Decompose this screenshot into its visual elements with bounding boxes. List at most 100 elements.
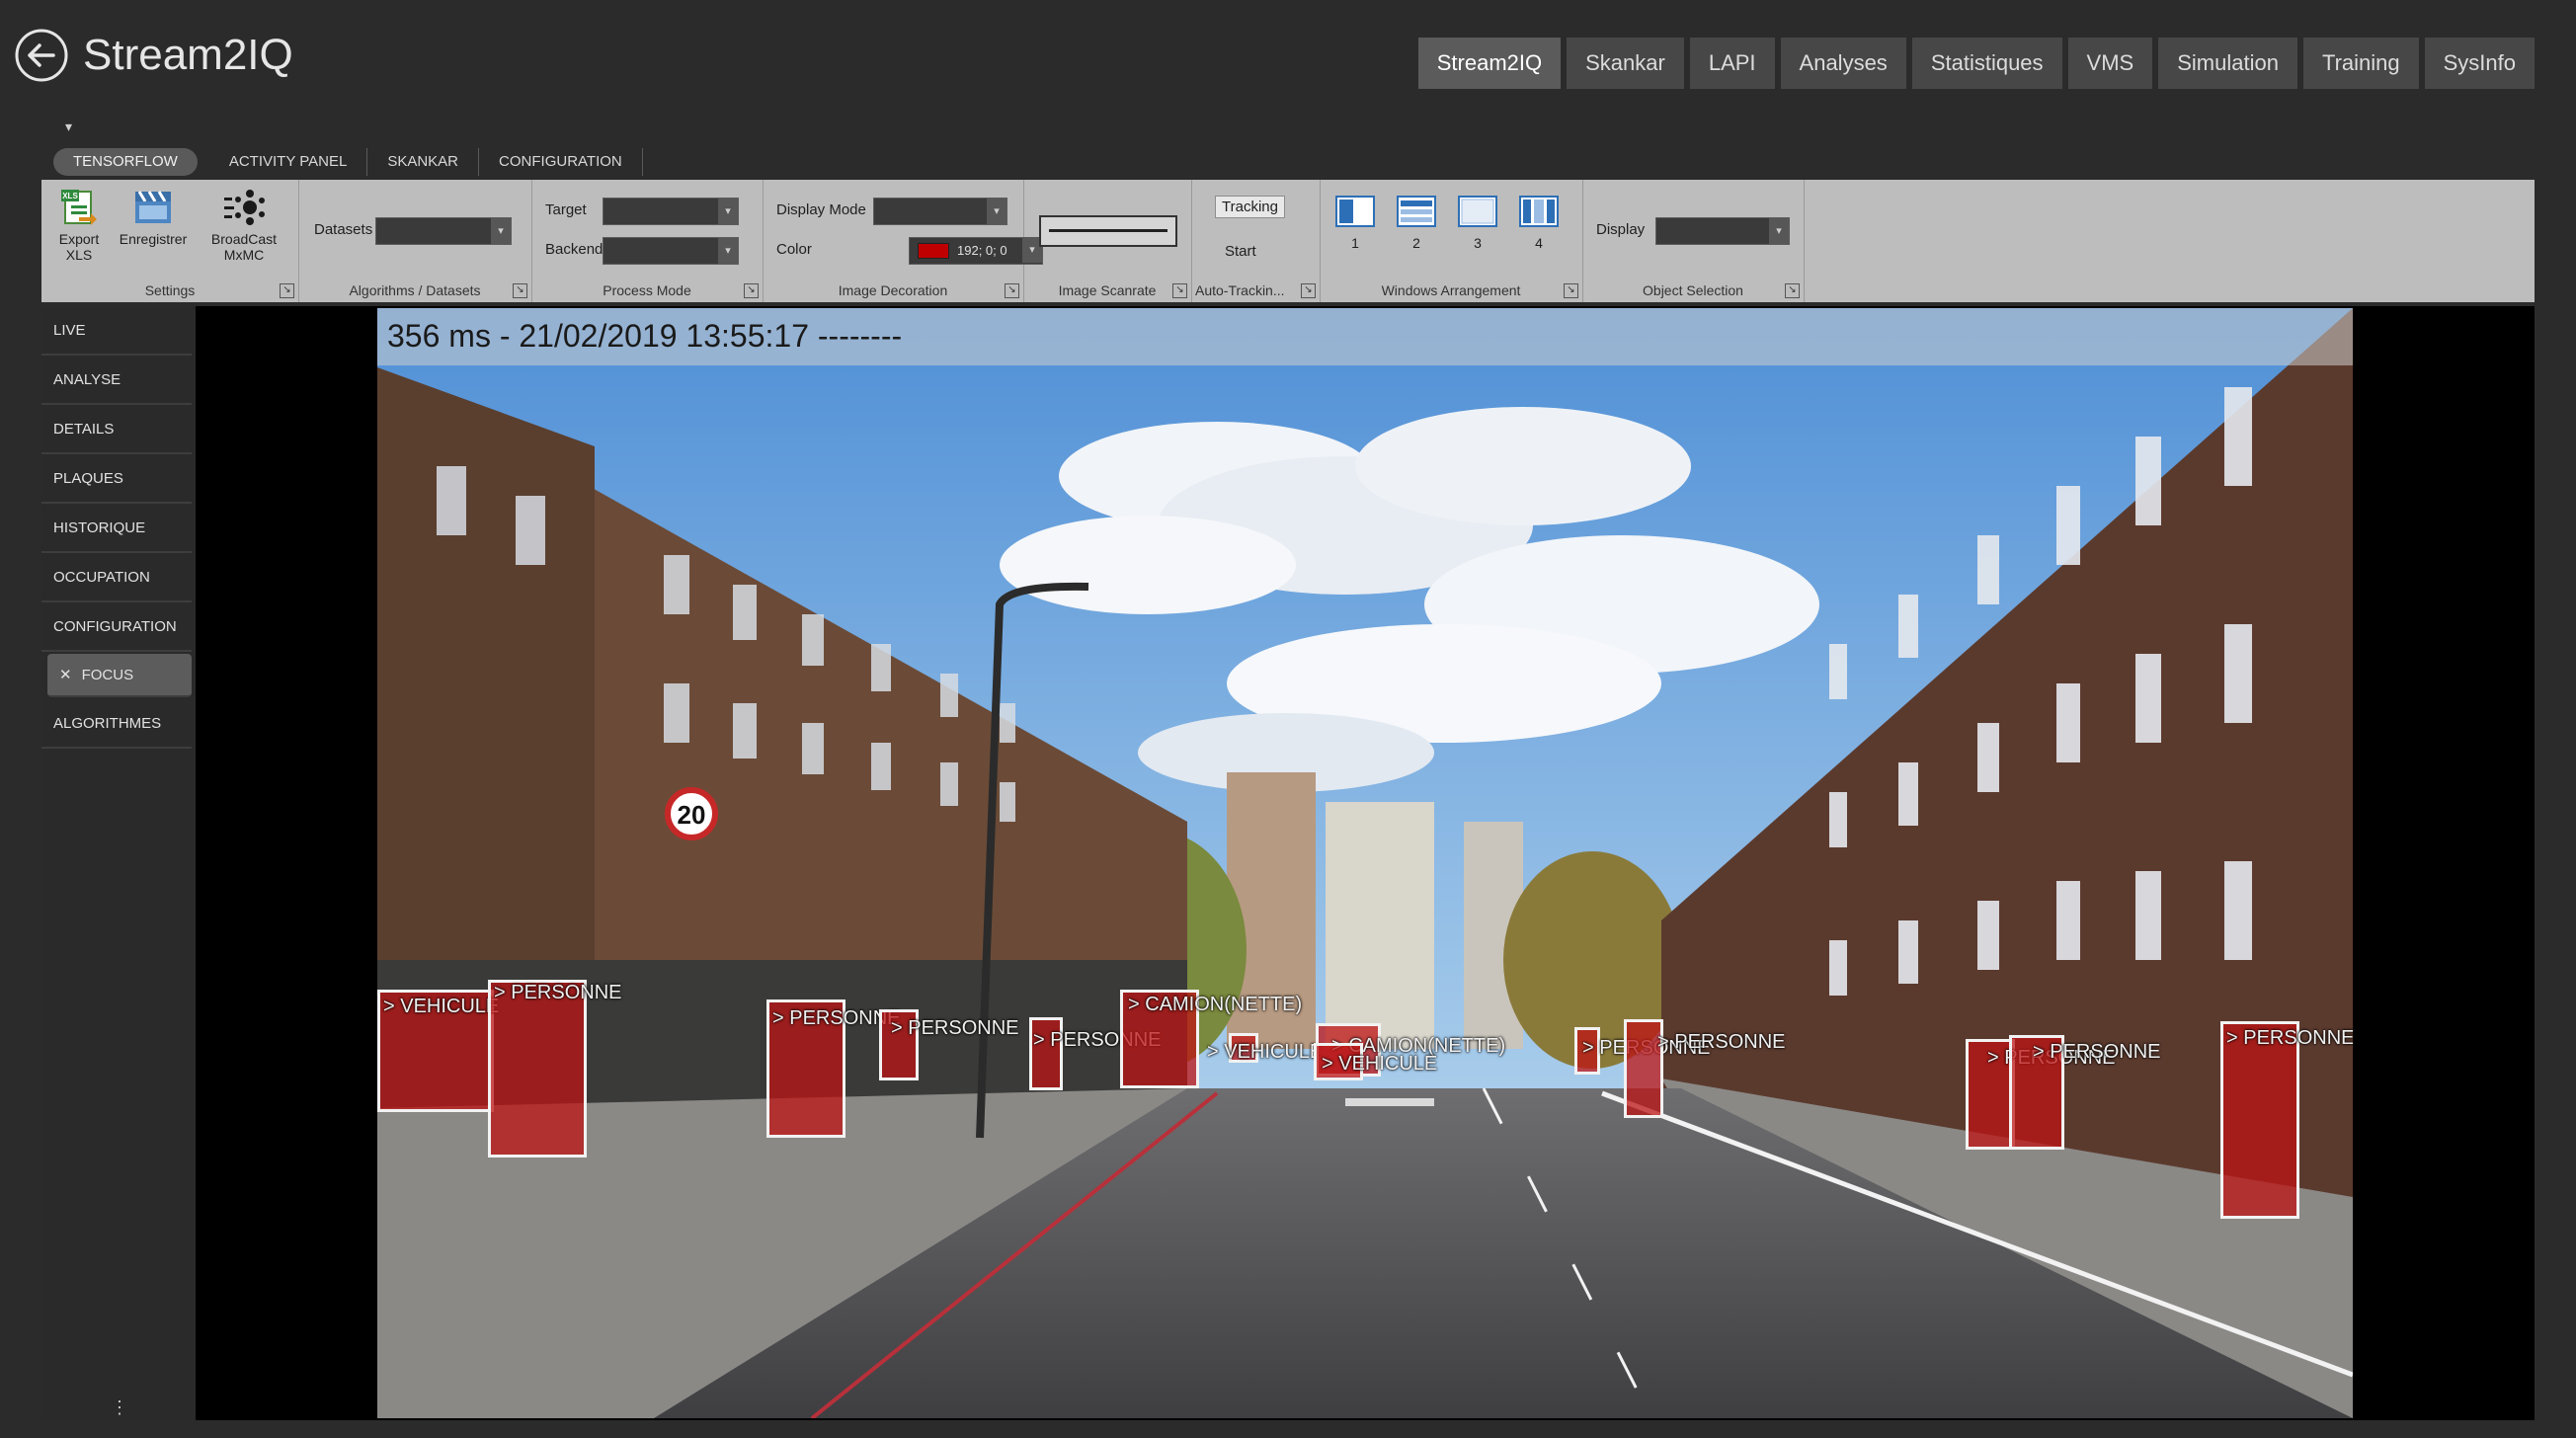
display-label: Display (1596, 221, 1646, 238)
target-select[interactable]: ▾ (603, 198, 739, 225)
ribbon-toolbar: XLS Export XLS Enregistrer BroadCast MxM… (41, 180, 2535, 302)
display-mode-select[interactable]: ▾ (873, 198, 1007, 225)
group-label-settings: Settings (144, 282, 196, 298)
sidebar-item-analyse[interactable]: ANALYSE (41, 356, 192, 405)
close-icon[interactable]: ✕ (59, 667, 72, 683)
top-navigation: Stream2IQ Skankar LAPI Analyses Statisti… (1417, 38, 2535, 89)
nav-analyses[interactable]: Analyses (1780, 38, 1906, 89)
nav-stream2iq[interactable]: Stream2IQ (1417, 38, 1562, 89)
image-decoration-launcher-icon[interactable]: ↘ (1005, 283, 1019, 298)
object-selection-launcher-icon[interactable]: ↘ (1785, 283, 1800, 298)
broadcast-network-icon (224, 190, 265, 225)
sidebar: LIVE ANALYSE DETAILS PLAQUES HISTORIQUE … (41, 306, 196, 1420)
color-value: 192; 0; 0 (957, 243, 1007, 258)
chevron-down-icon: ▾ (718, 238, 738, 264)
group-image-scanrate: Image Scanrate ↘ (1023, 180, 1192, 302)
broadcast-button[interactable]: BroadCast MxMC (200, 188, 288, 263)
algorithms-launcher-icon[interactable]: ↘ (513, 283, 527, 298)
record-button[interactable]: Enregistrer (113, 188, 194, 247)
layout-1-label: 1 (1351, 235, 1359, 251)
sidebar-item-plaques[interactable]: PLAQUES (41, 454, 192, 504)
video-viewport: 20 356 ms - 21/02/2019 13:55:17 --------… (196, 306, 2535, 1420)
layout-4-label: 4 (1535, 235, 1543, 251)
record-label: Enregistrer (119, 231, 188, 247)
sidebar-item-historique[interactable]: HISTORIQUE (41, 504, 192, 553)
layout-columns-icon (1519, 196, 1559, 227)
export-label-2: XLS (65, 247, 93, 263)
ribbon-tabs: TENSORFLOW ACTIVITY PANEL SKANKAR CONFIG… (53, 148, 643, 176)
sidebar-item-live[interactable]: LIVE (41, 306, 192, 356)
export-xls-button[interactable]: XLS Export XLS (51, 188, 107, 263)
layout-single-icon (1335, 196, 1375, 227)
chevron-down-icon: ▾ (1769, 218, 1789, 244)
sidebar-item-focus[interactable]: ✕ FOCUS (47, 654, 192, 697)
windows-arrangement-launcher-icon[interactable]: ↘ (1564, 283, 1578, 298)
process-mode-launcher-icon[interactable]: ↘ (744, 283, 759, 298)
group-label-object-selection: Object Selection (1643, 282, 1743, 298)
start-button[interactable]: Start (1225, 243, 1256, 260)
nav-lapi[interactable]: LAPI (1689, 38, 1775, 89)
backend-label: Backend (545, 241, 604, 258)
broadcast-label-1: BroadCast (210, 231, 278, 247)
detection-box[interactable] (2220, 1021, 2299, 1219)
group-image-decoration: Display Mode ▾ Color 192; 0; 0 ▾ Image D… (763, 180, 1043, 302)
settings-launcher-icon[interactable]: ↘ (280, 283, 294, 298)
datasets-label: Datasets (314, 221, 373, 238)
street-scene-image: 20 (377, 308, 2353, 1418)
detection-label: > VEHICULE (383, 996, 500, 1017)
nav-sysinfo[interactable]: SysInfo (2424, 38, 2535, 89)
sidebar-item-algorithmes[interactable]: ALGORITHMES (41, 699, 192, 749)
tab-activity-panel[interactable]: ACTIVITY PANEL (209, 148, 368, 176)
layout-2-button[interactable]: 2 (1397, 196, 1436, 251)
nav-training[interactable]: Training (2302, 38, 2419, 89)
group-auto-tracking: Tracking Start Auto-Trackin... ↘ (1191, 180, 1321, 302)
layout-2-label: 2 (1412, 235, 1420, 251)
app-header: Stream2IQ Stream2IQ Skankar LAPI Analyse… (0, 0, 2576, 119)
back-button[interactable] (14, 28, 69, 83)
layout-1-button[interactable]: 1 (1335, 196, 1375, 251)
nav-skankar[interactable]: Skankar (1567, 38, 1684, 89)
detection-label: > PERSONNE (2033, 1041, 2161, 1063)
color-swatch (918, 243, 949, 259)
video-timestamp: 356 ms - 21/02/2019 13:55:17 -------- (387, 318, 903, 354)
color-label: Color (776, 241, 812, 258)
scanrate-slider[interactable] (1039, 215, 1177, 247)
target-label: Target (545, 201, 587, 218)
group-label-process-mode: Process Mode (603, 282, 691, 298)
layout-full-icon (1458, 196, 1497, 227)
detection-box[interactable] (488, 980, 587, 1158)
video-frame[interactable]: 20 356 ms - 21/02/2019 13:55:17 --------… (377, 308, 2353, 1418)
image-scanrate-launcher-icon[interactable]: ↘ (1172, 283, 1187, 298)
detection-label: > PERSONNE (494, 982, 622, 1003)
arrow-left-circle-icon (15, 29, 68, 82)
nav-simulation[interactable]: Simulation (2158, 38, 2297, 89)
sidebar-more-icon[interactable]: ⋮ (111, 1398, 128, 1416)
group-label-windows-arrangement: Windows Arrangement (1381, 282, 1521, 298)
tab-skankar[interactable]: SKANKAR (367, 148, 480, 176)
backend-select[interactable]: ▾ (603, 237, 739, 265)
datasets-select[interactable]: ▾ (375, 217, 512, 245)
broadcast-label-2: MxMC (223, 247, 265, 263)
chevron-down-icon: ▾ (718, 199, 738, 224)
ribbon-collapse-icon[interactable]: ▾ (65, 119, 72, 135)
sidebar-item-occupation[interactable]: OCCUPATION (41, 553, 192, 602)
layout-4-button[interactable]: 4 (1519, 196, 1559, 251)
detection-label: > PERSONNE (1657, 1031, 1786, 1053)
sidebar-item-configuration[interactable]: CONFIGURATION (41, 602, 192, 652)
auto-tracking-launcher-icon[interactable]: ↘ (1301, 283, 1316, 298)
tab-tensorflow[interactable]: TENSORFLOW (53, 148, 198, 176)
sidebar-item-details[interactable]: DETAILS (41, 405, 192, 454)
nav-statistiques[interactable]: Statistiques (1911, 38, 2062, 89)
group-settings: XLS Export XLS Enregistrer BroadCast MxM… (41, 180, 299, 302)
tracking-button[interactable]: Tracking (1215, 196, 1285, 218)
tab-configuration[interactable]: CONFIGURATION (479, 148, 643, 176)
app-title: Stream2IQ (83, 31, 293, 79)
layout-3-button[interactable]: 3 (1458, 196, 1497, 251)
svg-text:20: 20 (678, 800, 706, 830)
detection-label: > VEHICULE (1322, 1053, 1438, 1075)
excel-export-icon: XLS (61, 190, 97, 225)
chevron-down-icon: ▾ (987, 199, 1006, 224)
detection-label: > CAMION(NETTE) (1128, 994, 1303, 1015)
display-select[interactable]: ▾ (1655, 217, 1790, 245)
nav-vms[interactable]: VMS (2067, 38, 2153, 89)
